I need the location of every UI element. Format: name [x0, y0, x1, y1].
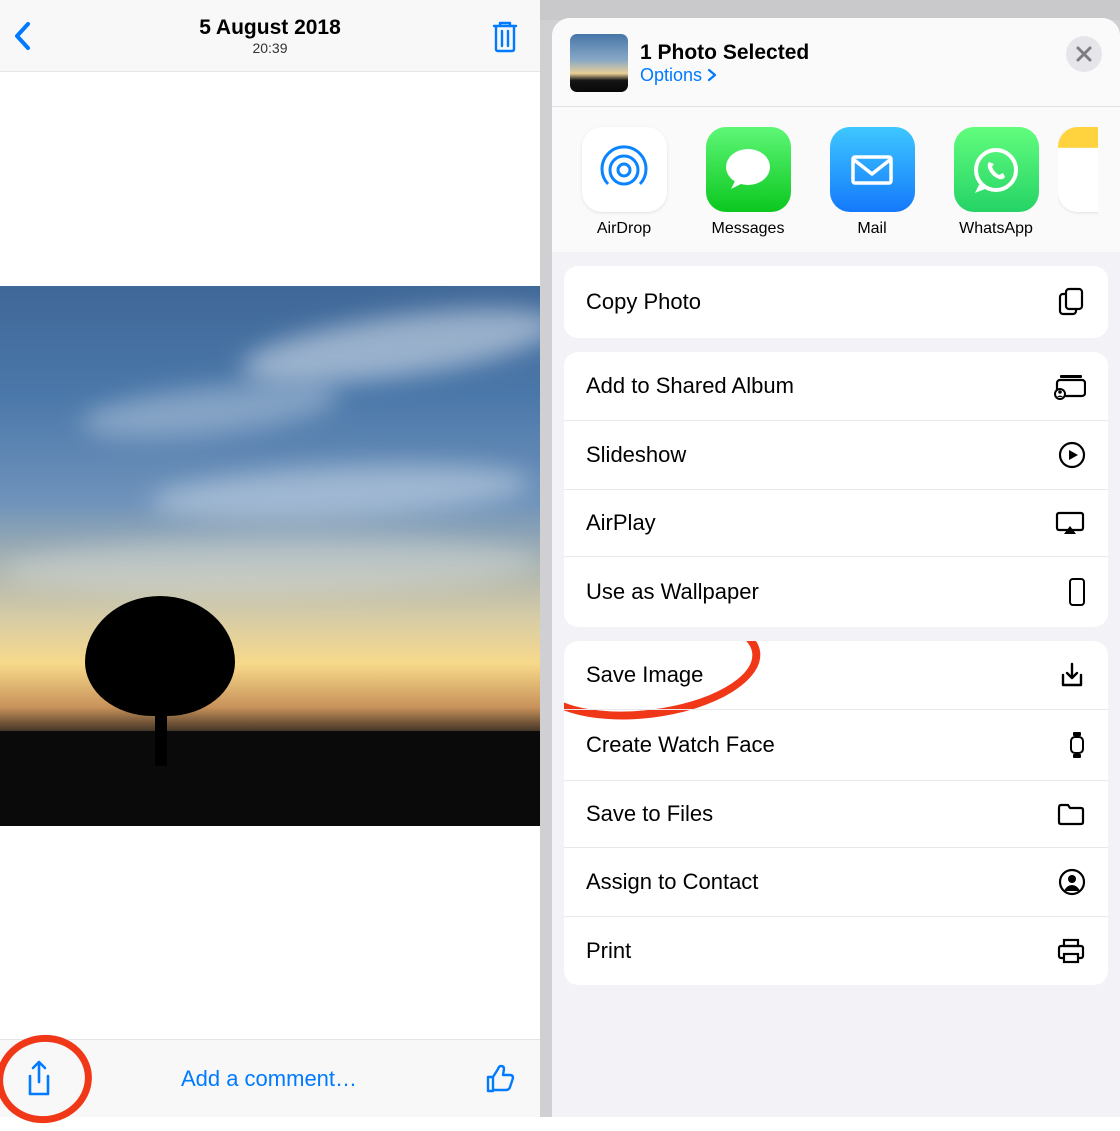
- like-button[interactable]: [484, 1063, 516, 1095]
- whatsapp-icon: [954, 127, 1039, 212]
- folder-icon: [1056, 802, 1086, 826]
- action-group: Save Image Create Watch Face Save to Fil…: [564, 641, 1108, 985]
- action-print[interactable]: Print: [564, 916, 1108, 985]
- trash-button[interactable]: [490, 19, 520, 53]
- shared-album-icon: [1052, 372, 1086, 400]
- photo-area[interactable]: [0, 72, 540, 1039]
- app-notes[interactable]: [1058, 127, 1098, 238]
- phone-icon: [1068, 577, 1086, 607]
- share-sheet: 1 Photo Selected Options: [552, 18, 1120, 1117]
- photo-thumbnail: [570, 34, 628, 92]
- app-whatsapp[interactable]: WhatsApp: [934, 127, 1058, 238]
- close-icon: [1075, 45, 1093, 63]
- action-airplay[interactable]: AirPlay: [564, 489, 1108, 556]
- download-icon: [1058, 661, 1086, 689]
- action-label: Copy Photo: [586, 289, 701, 315]
- airdrop-icon: [582, 127, 667, 212]
- chevron-right-icon: [706, 68, 718, 82]
- copy-icon: [1056, 286, 1086, 318]
- bottom-bar: Add a comment…: [0, 1039, 540, 1117]
- action-copy-photo[interactable]: Copy Photo: [564, 266, 1108, 338]
- chevron-left-icon: [12, 20, 32, 52]
- action-add-to-shared-album[interactable]: Add to Shared Album: [564, 352, 1108, 420]
- action-group: Copy Photo: [564, 266, 1108, 338]
- action-label: Print: [586, 938, 631, 964]
- action-label: Use as Wallpaper: [586, 579, 759, 605]
- share-icon: [24, 1060, 54, 1098]
- action-slideshow[interactable]: Slideshow: [564, 420, 1108, 489]
- action-save-image[interactable]: Save Image: [564, 641, 1108, 709]
- share-actions: Copy Photo Add to Shared Album Slideshow: [552, 252, 1120, 1117]
- app-label: Mail: [810, 220, 934, 238]
- action-assign-to-contact[interactable]: Assign to Contact: [564, 847, 1108, 916]
- header-date: 5 August 2018: [199, 16, 341, 40]
- back-button[interactable]: [12, 20, 32, 52]
- share-sheet-pane: 1 Photo Selected Options: [540, 0, 1120, 1117]
- options-label: Options: [640, 65, 702, 86]
- header-time: 20:39: [199, 40, 341, 56]
- print-icon: [1056, 937, 1086, 965]
- share-apps-row[interactable]: AirDrop Messages Mail: [552, 107, 1120, 252]
- trash-icon: [490, 19, 520, 53]
- app-label: WhatsApp: [934, 220, 1058, 238]
- app-airdrop[interactable]: AirDrop: [562, 127, 686, 238]
- header: 5 August 2018 20:39: [0, 0, 540, 72]
- photo-image: [0, 286, 540, 826]
- airplay-icon: [1054, 510, 1086, 536]
- action-group: Add to Shared Album Slideshow AirPlay: [564, 352, 1108, 627]
- contact-icon: [1058, 868, 1086, 896]
- close-button[interactable]: [1066, 36, 1102, 72]
- add-comment-link[interactable]: Add a comment…: [181, 1066, 357, 1092]
- action-label: Save to Files: [586, 801, 713, 827]
- header-title: 5 August 2018 20:39: [199, 16, 341, 56]
- app-label: Messages: [686, 220, 810, 238]
- mail-icon: [830, 127, 915, 212]
- messages-icon: [706, 127, 791, 212]
- action-label: Create Watch Face: [586, 732, 775, 758]
- app-mail[interactable]: Mail: [810, 127, 934, 238]
- watch-icon: [1068, 730, 1086, 760]
- selection-count: 1 Photo Selected: [640, 41, 809, 65]
- options-link[interactable]: Options: [640, 65, 718, 86]
- action-label: Add to Shared Album: [586, 373, 794, 399]
- share-sheet-header: 1 Photo Selected Options: [552, 18, 1120, 107]
- app-label: AirDrop: [562, 220, 686, 238]
- action-create-watch-face[interactable]: Create Watch Face: [564, 709, 1108, 780]
- notes-icon: [1058, 127, 1098, 212]
- action-label: Assign to Contact: [586, 869, 758, 895]
- thumbs-up-icon: [484, 1063, 516, 1095]
- play-circle-icon: [1058, 441, 1086, 469]
- app-messages[interactable]: Messages: [686, 127, 810, 238]
- action-label: AirPlay: [586, 510, 656, 536]
- photo-viewer: 5 August 2018 20:39 Add a co: [0, 0, 540, 1117]
- action-use-as-wallpaper[interactable]: Use as Wallpaper: [564, 556, 1108, 627]
- share-button[interactable]: [24, 1060, 54, 1098]
- background-header: [540, 0, 1120, 20]
- action-label: Slideshow: [586, 442, 686, 468]
- action-save-to-files[interactable]: Save to Files: [564, 780, 1108, 847]
- action-label: Save Image: [586, 662, 703, 688]
